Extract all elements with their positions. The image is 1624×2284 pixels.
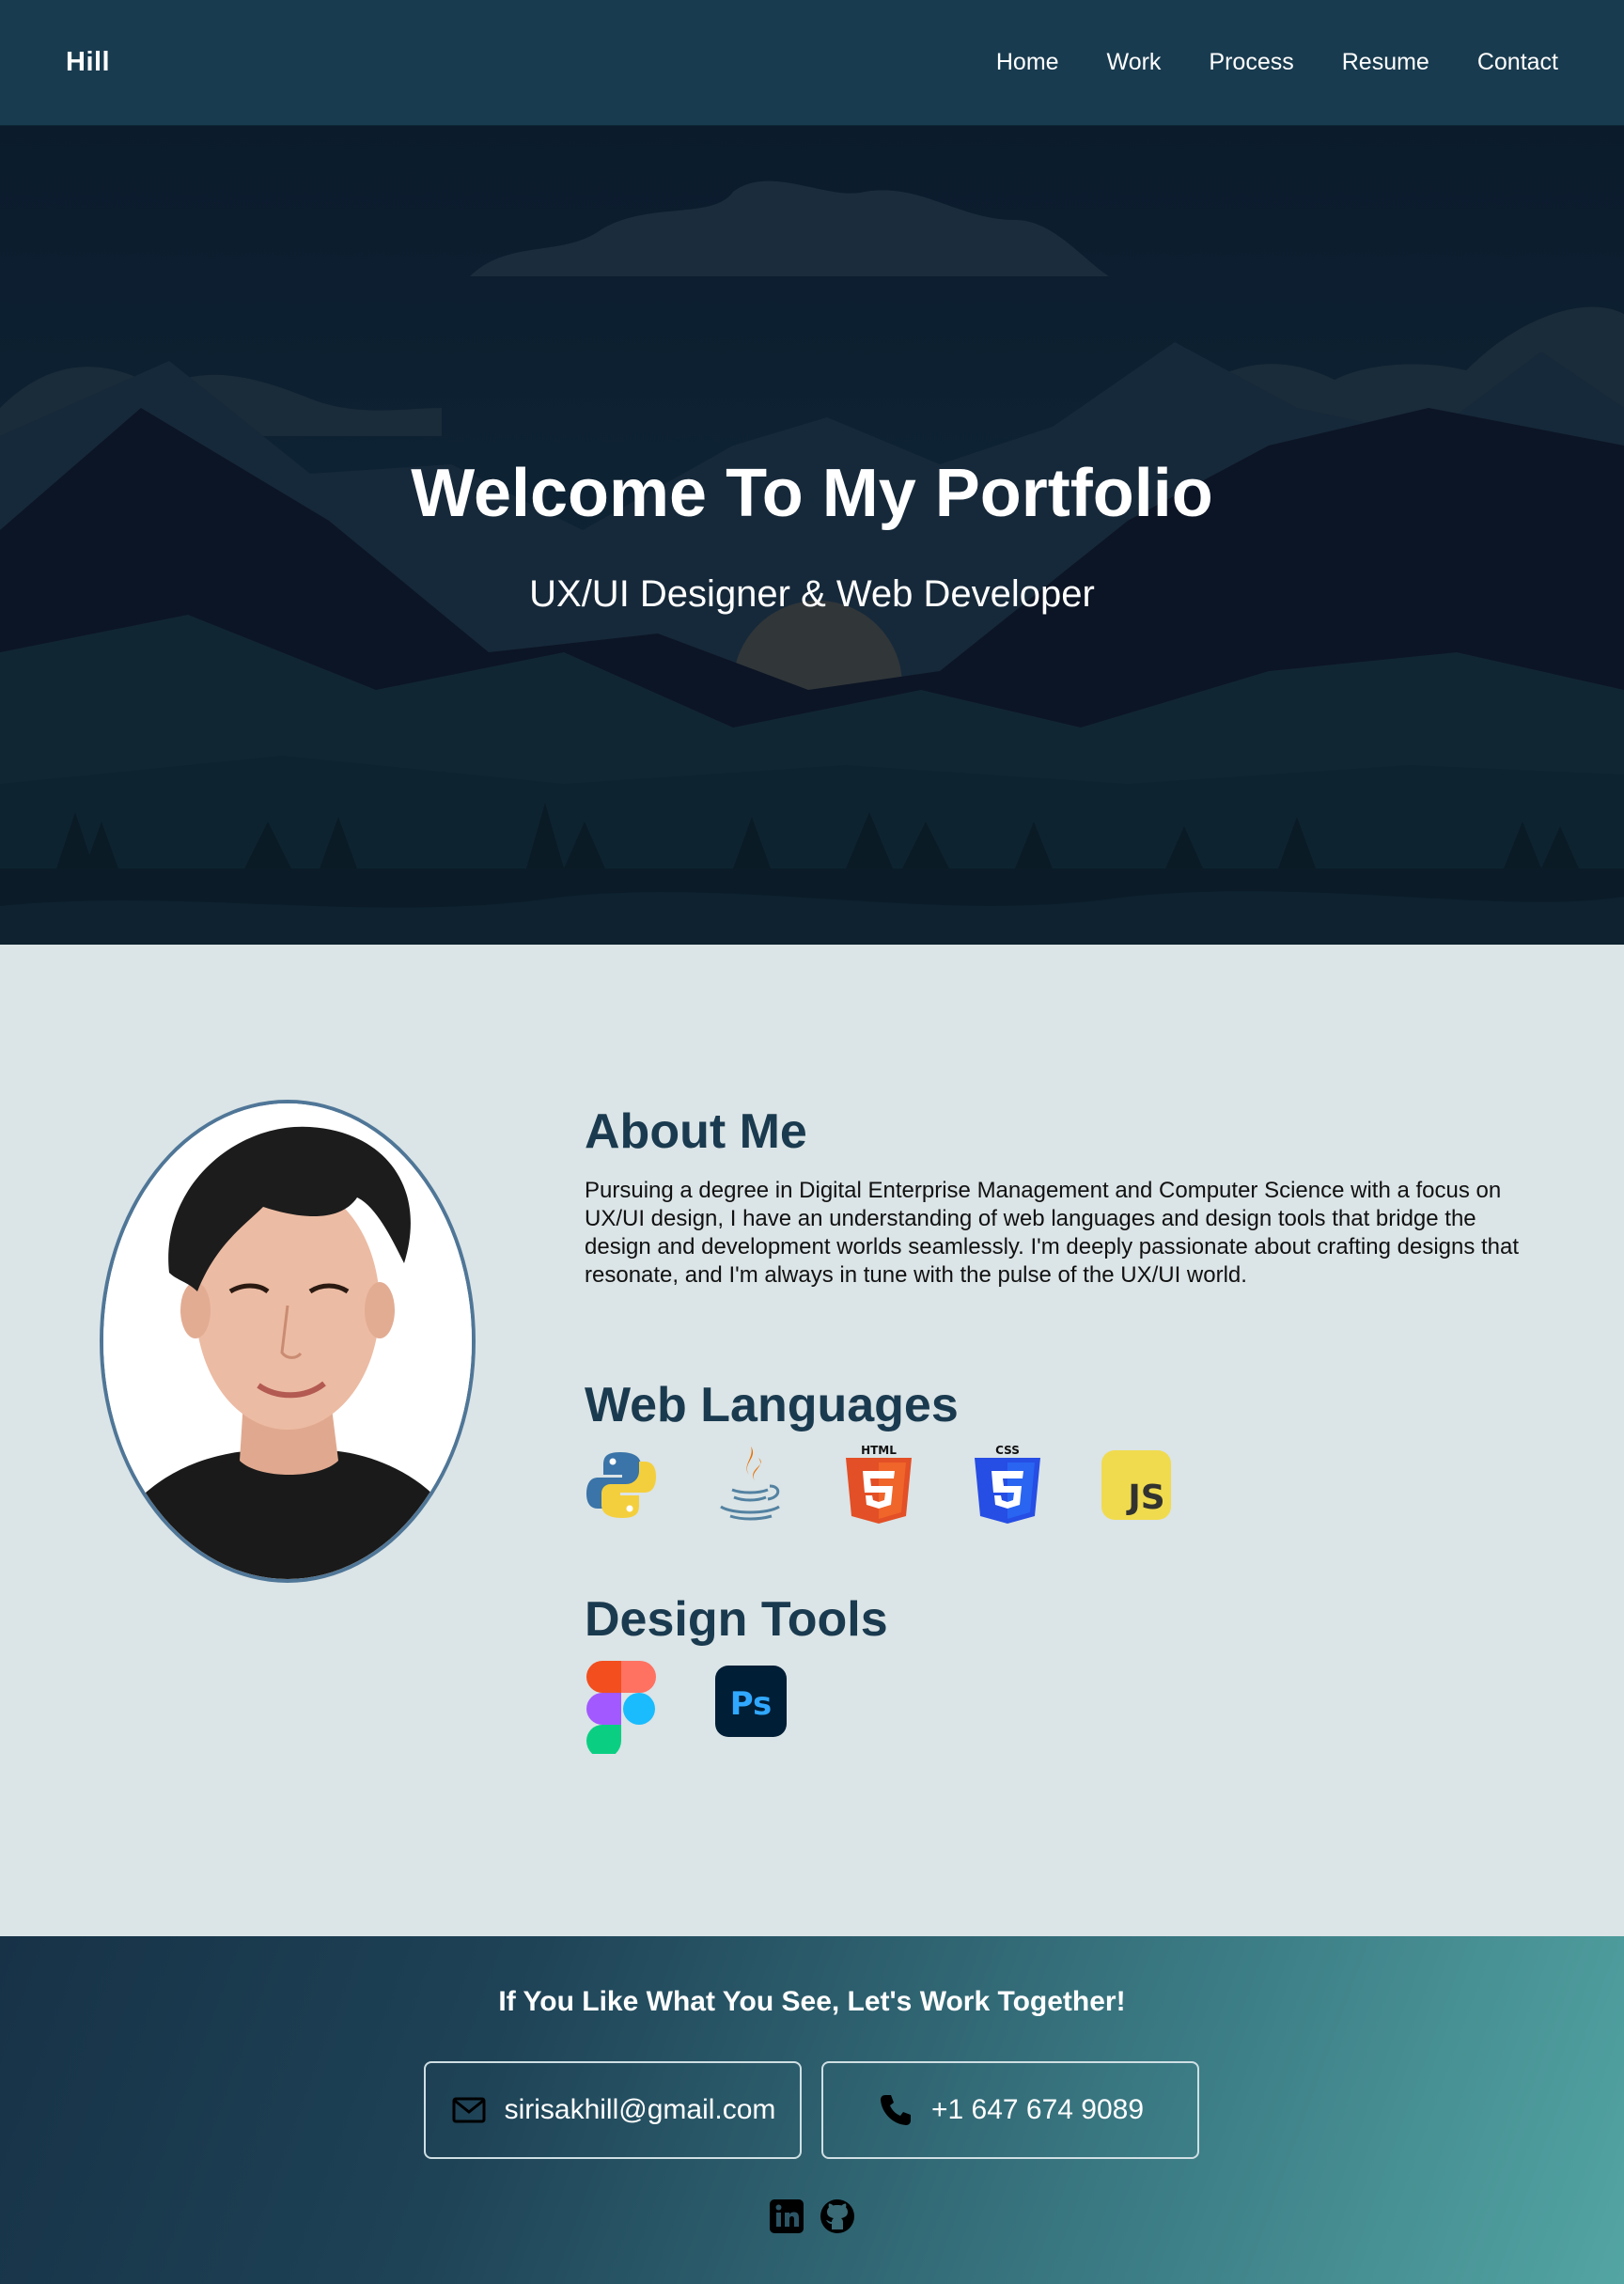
top-navbar: Hill Home Work Process Resume Contact (0, 0, 1624, 126)
html5-icon: HTML (842, 1445, 915, 1524)
contact-footer: If You Like What You See, Let's Work Tog… (0, 1936, 1624, 2284)
email-button[interactable]: sirisakhill@gmail.com (424, 2061, 802, 2159)
css-badge: CSS (995, 1445, 1020, 1457)
portrait-illustration (103, 1103, 472, 1579)
phone-button[interactable]: +1 647 674 9089 (821, 2061, 1199, 2159)
figma-icon (585, 1660, 658, 1754)
phone-icon (880, 2095, 911, 2125)
html-badge: HTML (861, 1445, 897, 1457)
nav-link-process[interactable]: Process (1209, 49, 1293, 76)
web-languages-list: HTML CSS JS (585, 1445, 1228, 1524)
phone-number: +1 647 674 9089 (930, 2094, 1145, 2125)
about-description: Pursuing a degree in Digital Enterprise … (585, 1178, 1520, 1288)
web-languages-heading: Web Languages (585, 1378, 959, 1432)
js-badge: JS (1125, 1478, 1164, 1517)
design-tools-heading: Design Tools (585, 1592, 888, 1647)
hero-title: Welcome To My Portfolio (411, 456, 1213, 531)
linkedin-icon[interactable] (768, 2198, 805, 2235)
ps-badge: Ps (730, 1685, 773, 1723)
nav-link-work[interactable]: Work (1107, 49, 1162, 76)
hero-subtitle: UX/UI Designer & Web Developer (529, 573, 1095, 615)
hero-section: Welcome To My Portfolio UX/UI Designer &… (0, 126, 1624, 945)
photoshop-icon: Ps (713, 1660, 787, 1739)
call-to-action: If You Like What You See, Let's Work Tog… (498, 1986, 1126, 2017)
email-address: sirisakhill@gmail.com (504, 2094, 776, 2125)
brand-logo[interactable]: Hill (66, 47, 110, 78)
java-icon (713, 1445, 787, 1524)
nav-link-home[interactable]: Home (996, 49, 1059, 76)
design-tools-list: Ps (585, 1660, 842, 1754)
nav-link-contact[interactable]: Contact (1477, 49, 1558, 76)
mail-icon (452, 2097, 486, 2123)
github-icon[interactable] (819, 2198, 856, 2235)
about-heading: About Me (585, 1104, 807, 1159)
about-section: About Me Pursuing a degree in Digital En… (0, 945, 1624, 1936)
css3-icon: CSS (971, 1445, 1044, 1524)
javascript-icon: JS (1100, 1445, 1173, 1524)
profile-photo (100, 1100, 476, 1583)
social-links (0, 2198, 1624, 2235)
hero-text: Welcome To My Portfolio UX/UI Designer &… (0, 126, 1624, 945)
python-icon (585, 1445, 658, 1524)
nav-link-resume[interactable]: Resume (1342, 49, 1429, 76)
nav-links: Home Work Process Resume Contact (948, 49, 1558, 76)
